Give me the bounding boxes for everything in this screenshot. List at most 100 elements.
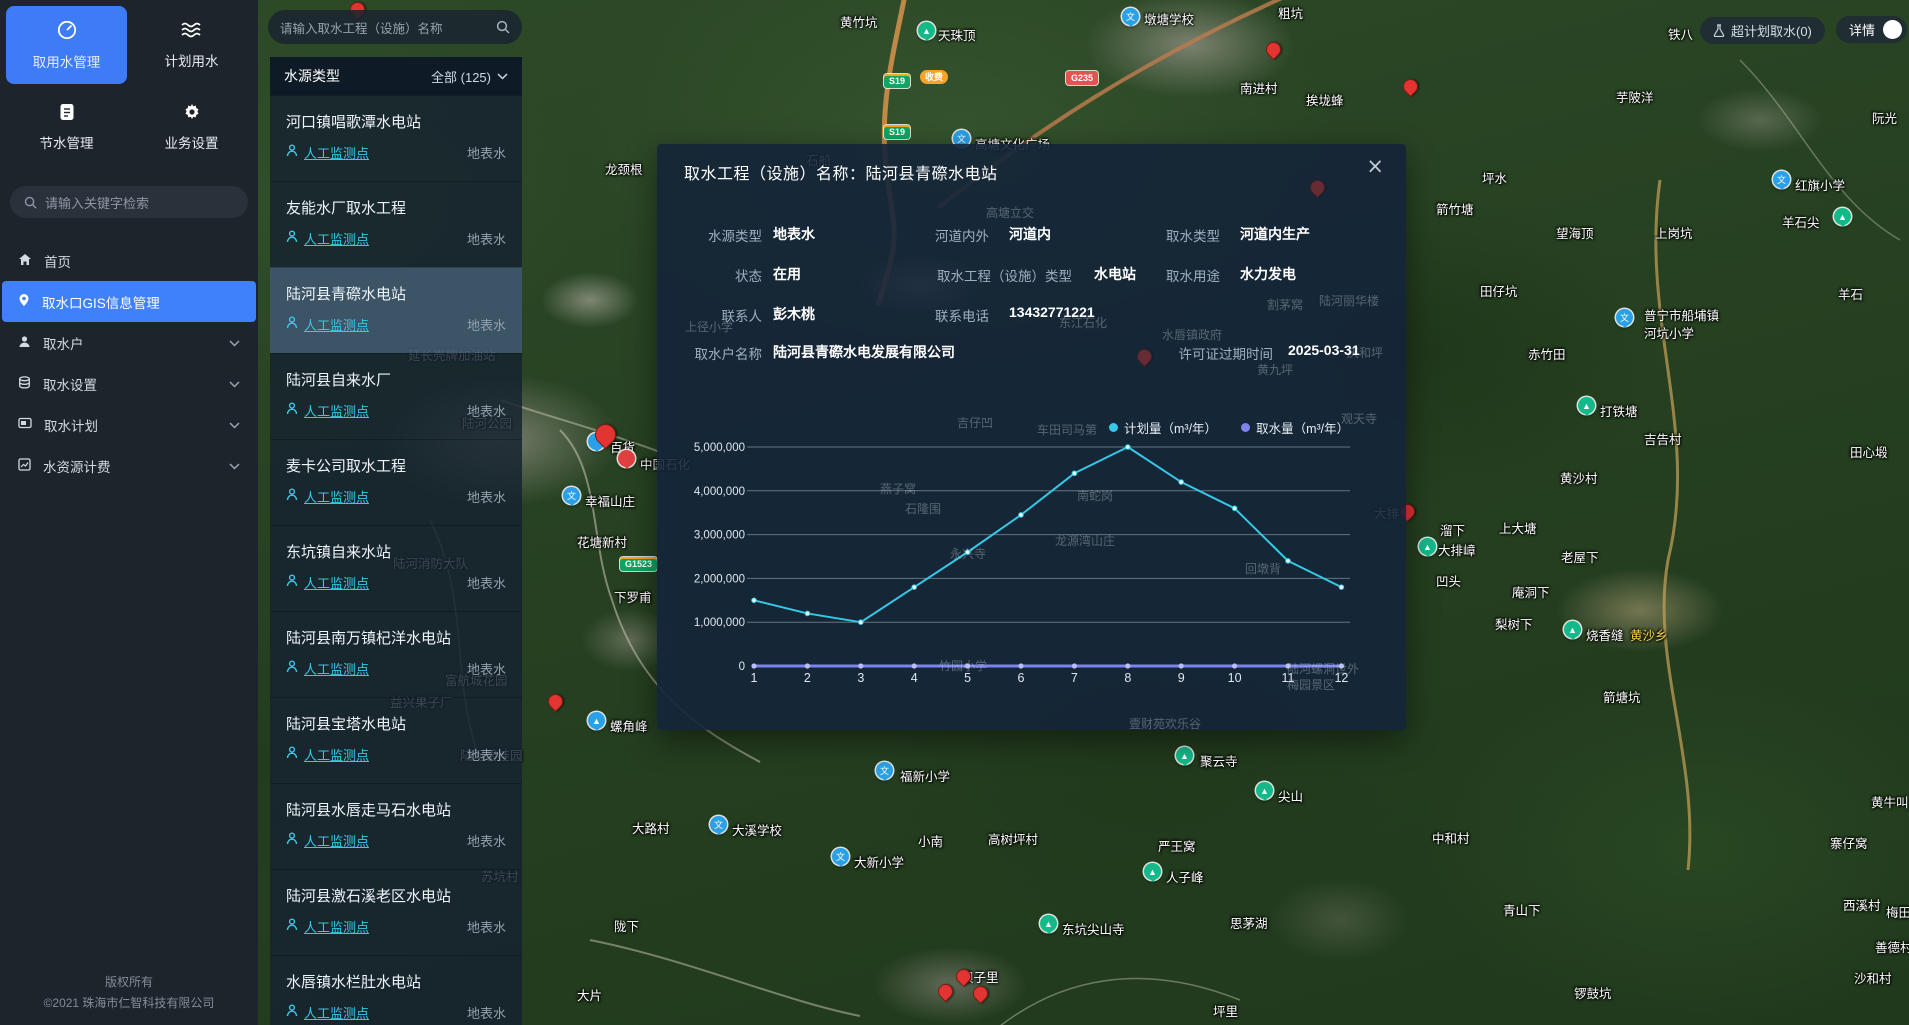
sidebar-item-label: 水资源计费 (43, 456, 111, 476)
monitor-type-link[interactable]: 人工监测点 (304, 487, 369, 506)
map-label: 吉告村 (1644, 429, 1682, 448)
water-source-label: 地表水 (467, 1003, 506, 1022)
station-list-item[interactable]: 陆河县青磜水电站人工监测点地表水 (270, 267, 522, 353)
map-label: 南进村 (1240, 78, 1278, 97)
app-tile-label: 计划用水 (165, 50, 219, 70)
sidebar-item-4[interactable]: 取水设置 (0, 363, 258, 404)
temple-poi-icon: ▲ (1176, 747, 1193, 764)
over-plan-alert-button[interactable]: 超计划取水(0) (1700, 17, 1825, 44)
app-tile-2[interactable]: 计划用水 (131, 6, 252, 84)
monitor-type-link[interactable]: 人工监测点 (304, 659, 369, 678)
person-icon (286, 746, 298, 764)
search-icon[interactable] (496, 20, 510, 34)
field-label: 取水户名称 (695, 343, 763, 363)
map-label: 小南 (918, 831, 943, 850)
map-label-ghost: 梅园景区 (1287, 676, 1335, 693)
map-label-ghost: 永兴寺 (950, 545, 986, 562)
monitor-type-link[interactable]: 人工监测点 (304, 229, 369, 248)
station-list-item[interactable]: 友能水厂取水工程人工监测点地表水 (270, 181, 522, 267)
location-pin-icon (18, 293, 30, 310)
station-sub-row: 人工监测点 地表水 (286, 487, 506, 506)
station-list-item[interactable]: 陆河县自来水厂人工监测点 地表水 (270, 353, 522, 439)
toggle-knob[interactable] (1883, 20, 1902, 39)
map-label: 赤竹田 (1528, 344, 1566, 363)
sidebar-item-6[interactable]: 水资源计费 (0, 445, 258, 486)
monitor-type-link[interactable]: 人工监测点 (304, 1003, 369, 1022)
water-source-label: 地表水 (467, 487, 506, 506)
svg-text:4: 4 (911, 671, 918, 685)
station-list-item[interactable]: 东坑镇自来水站人工监测点地表水 (270, 525, 522, 611)
detail-label: 详情 (1849, 20, 1875, 39)
station-list-item[interactable]: 陆河县南万镇杞洋水电站人工监测点地表水 (270, 611, 522, 697)
document-icon (57, 102, 77, 125)
map-label-ghost: 吉仔凹 (957, 414, 993, 431)
sidebar-item-2[interactable]: 取水口GIS信息管理 (2, 281, 256, 322)
chevron-down-icon[interactable] (497, 73, 508, 80)
map-label: 羊石尖 (1782, 212, 1820, 231)
station-list-item[interactable]: 麦卡公司取水工程人工监测点地表水 (270, 439, 522, 525)
map-label: 下罗甫 (614, 587, 652, 606)
station-list-item[interactable]: 陆河县宝塔水电站人工监测点地表水 (270, 697, 522, 783)
chevron-down-icon[interactable] (229, 417, 240, 432)
monitor-type-link[interactable]: 人工监测点 (304, 745, 369, 764)
sidebar-item-1[interactable]: 首页 (0, 240, 258, 281)
map-label: 黄沙乡 (1630, 625, 1668, 644)
filter-value[interactable]: 全部 (125) (431, 67, 491, 86)
station-list-item[interactable]: 陆河县激石溪老区水电站人工监测点地表水 (270, 869, 522, 955)
person-icon (286, 660, 298, 678)
station-list-panel: 水源类型 全部 (125) 河口镇唱歌潭水电站人工监测点地表水友能水厂取水工程人… (270, 57, 522, 1025)
map-label: 大溪学校 (732, 820, 782, 839)
school-poi-icon: 文 (710, 816, 727, 833)
sidebar-item-5[interactable]: 取水计划 (0, 404, 258, 445)
monitor-type-link[interactable]: 人工监测点 (304, 917, 369, 936)
station-list-item[interactable]: 陆河县水唇走马石水电站人工监测点地表水 (270, 783, 522, 869)
app-tile-1[interactable]: 取用水管理 (6, 6, 127, 84)
station-list-item[interactable]: 水唇镇水栏肚水电站人工监测点地表水 (270, 955, 522, 1025)
water-source-label: 地表水 (467, 831, 506, 850)
sidebar-search-input[interactable]: 请输入关键字检索 (10, 186, 248, 218)
field-label: 取水工程（设施）类型 (937, 265, 1072, 285)
mountain-poi-icon: ▲ (918, 22, 935, 39)
map-label: 中和村 (1432, 828, 1470, 847)
map-label: 墩塘学校 (1144, 9, 1194, 28)
monitor-type-link[interactable]: 人工监测点 (304, 401, 369, 420)
monitor-type-link[interactable]: 人工监测点 (304, 831, 369, 850)
map-label: 田心塅 (1850, 442, 1888, 461)
chevron-down-icon[interactable] (229, 376, 240, 391)
station-list-item[interactable]: 河口镇唱歌潭水电站人工监测点地表水 (270, 95, 522, 181)
app-tile-4[interactable]: 业务设置 (131, 88, 252, 166)
chevron-down-icon[interactable] (229, 458, 240, 473)
map-label: 河坑小学 (1644, 323, 1694, 342)
map-label: 梅田村 (1886, 902, 1909, 921)
monitor-type-link[interactable]: 人工监测点 (304, 315, 369, 334)
map-label-ghost: 龙源湾山庄 (1055, 532, 1115, 549)
station-name: 陆河县自来水厂 (286, 369, 506, 390)
sidebar-item-3[interactable]: 取水户 (0, 322, 258, 363)
map-label: 西溪村 (1843, 895, 1881, 914)
map-label: 烧香缝 (1586, 625, 1624, 644)
monitor-type-link[interactable]: 人工监测点 (304, 143, 369, 162)
water-source-label: 地表水 (467, 229, 506, 248)
road-shield: S19 (884, 74, 910, 88)
station-sub-row: 人工监测点 地表水 (286, 1003, 506, 1022)
field-value: 河道内生产 (1240, 224, 1310, 244)
water-source-label: 地表水 (467, 401, 506, 420)
station-search-input[interactable]: 请输入取水工程（设施）名称 (268, 10, 522, 44)
over-plan-alert-label: 超计划取水(0) (1731, 21, 1812, 40)
person-icon (286, 230, 298, 248)
map-label: 田仔坑 (1480, 281, 1518, 300)
close-icon[interactable]: × (1366, 154, 1384, 178)
map-label: 凹头 (1436, 571, 1461, 590)
svg-text:10: 10 (1228, 671, 1242, 685)
station-name: 陆河县青磜水电站 (286, 283, 506, 304)
app-tile-3[interactable]: 节水管理 (6, 88, 127, 166)
person-icon (286, 488, 298, 506)
map-label-ghost: 燕子窝 (880, 480, 916, 497)
map-label: 坪水 (1482, 168, 1507, 187)
monitor-type-link[interactable]: 人工监测点 (304, 573, 369, 592)
chevron-down-icon[interactable] (229, 335, 240, 350)
detail-toggle[interactable]: 详情 (1836, 16, 1907, 43)
station-name: 河口镇唱歌潭水电站 (286, 111, 506, 132)
gas-station-poi-icon (618, 450, 635, 467)
source-type-filter: 水源类型 全部 (125) (270, 57, 522, 95)
